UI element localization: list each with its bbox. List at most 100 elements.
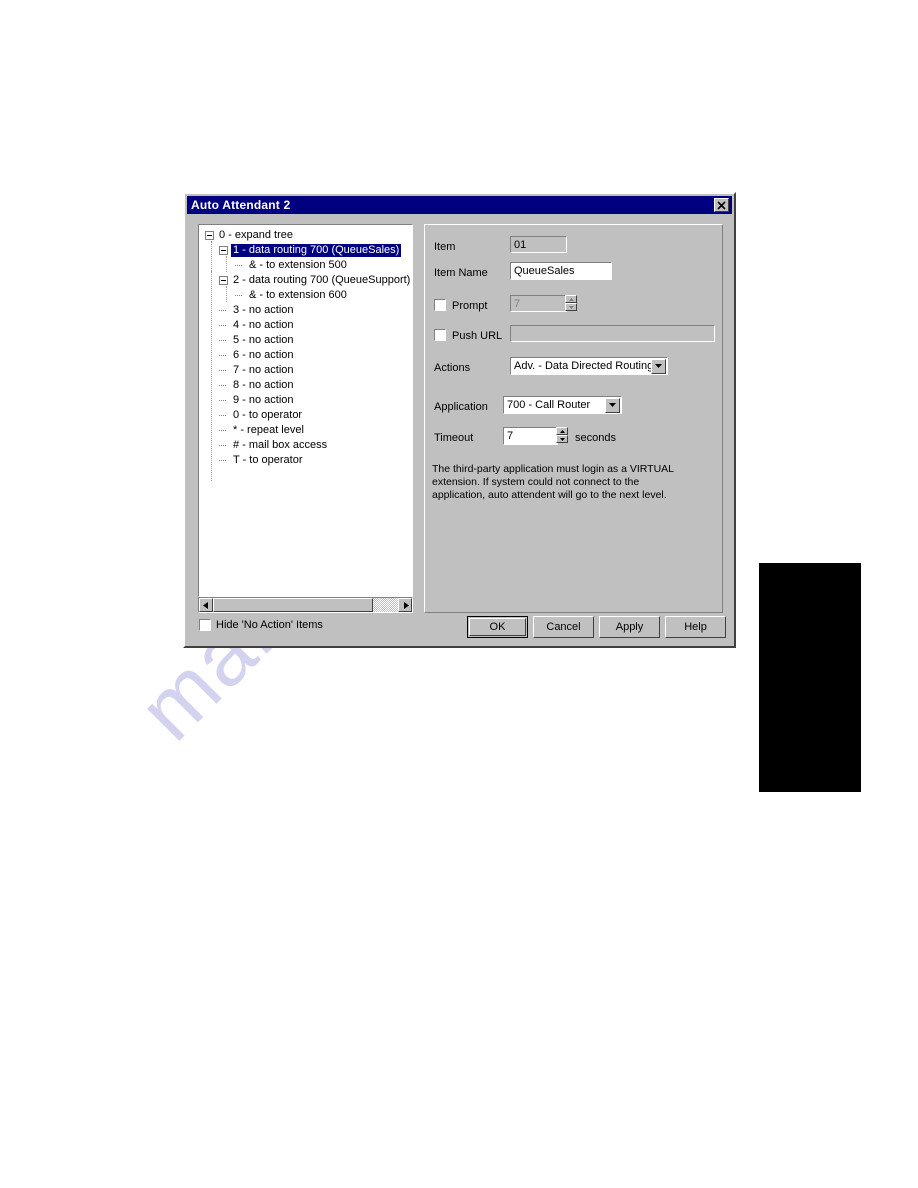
triangle-right-icon [402,596,409,614]
tree-item-label: 4 - no action [233,319,294,331]
spinner-down-icon[interactable] [556,435,568,443]
push-url-field[interactable] [510,325,715,342]
tree-branch-icon [219,381,228,390]
tree-branch-icon [219,366,228,375]
actions-value: Adv. - Data Directed Routing [514,360,651,372]
tree-item[interactable]: T - to operator [199,453,412,468]
tree-item[interactable]: 0 - to operator [199,408,412,423]
item-name-label: Item Name [434,267,488,279]
tree-branch-icon [219,426,228,435]
tree-item-label: # - mail box access [233,439,328,451]
timeout-spinner[interactable] [556,427,568,443]
tree-item[interactable]: 2 - data routing 700 (QueueSupport) [199,273,412,288]
tree-item-label: 9 - no action [233,394,294,406]
triangle-left-icon [202,596,210,614]
tree-item[interactable]: # - mail box access [199,438,412,453]
tree-item-label: 6 - no action [233,349,294,361]
help-button[interactable]: Help [665,616,726,638]
tree-item-label: 2 - data routing 700 (QueueSupport) [233,274,411,286]
hide-no-action-checkbox[interactable] [199,619,211,631]
prompt-label: Prompt [452,300,488,312]
tree-branch-icon [219,456,228,465]
tree-branch-icon [235,291,244,300]
tree-item[interactable]: 8 - no action [199,378,412,393]
tree-item-label: 1 - data routing 700 (QueueSales) [231,244,402,257]
tree-branch-icon [219,351,228,360]
tree-item-label: 5 - no action [233,334,294,346]
application-dropdown[interactable]: 700 - Call Router [503,396,622,414]
expand-collapse-icon[interactable] [219,246,228,255]
ok-button[interactable]: OK [467,616,528,638]
tree-item-label: & - to extension 600 [249,289,347,301]
tree-item[interactable]: & - to extension 600 [199,288,412,303]
scrollbar-track[interactable] [213,598,398,612]
tree-item[interactable]: 7 - no action [199,363,412,378]
tree-item[interactable]: 3 - no action [199,303,412,318]
tree-item[interactable]: 9 - no action [199,393,412,408]
actions-label: Actions [434,362,471,374]
chevron-down-icon[interactable] [605,397,620,413]
help-button-label: Help [684,621,707,633]
item-name-field[interactable]: QueueSales [510,262,612,280]
close-icon [717,200,726,210]
tree-item-label: 7 - no action [233,364,294,376]
scrollbar-thumb[interactable] [213,598,373,612]
tree-item-label: 3 - no action [233,304,294,316]
tree-item[interactable]: * - repeat level [199,423,412,438]
tree-item-label: * - repeat level [233,424,304,436]
tree-item[interactable]: 5 - no action [199,333,412,348]
item-label: Item [434,241,456,253]
tree-branch-icon [219,411,228,420]
spinner-up-icon[interactable] [556,427,568,435]
tree-branch-icon [235,261,244,270]
timeout-units-label: seconds [575,432,616,444]
tree-item[interactable]: 4 - no action [199,318,412,333]
chevron-down-icon[interactable] [651,358,666,374]
cancel-button[interactable]: Cancel [533,616,594,638]
apply-button[interactable]: Apply [599,616,660,638]
cancel-button-label: Cancel [546,621,581,633]
prompt-spinner[interactable] [565,295,577,311]
tree-branch-icon [219,336,228,345]
actions-dropdown[interactable]: Adv. - Data Directed Routing [510,357,668,375]
auto-attendant-tree[interactable]: 0 - expand tree 1 - data routing 700 (Que… [198,224,413,597]
item-properties-panel: Item 01 Item Name QueueSales Prompt 7 Pu… [424,224,723,613]
prompt-checkbox[interactable] [434,299,446,311]
tree-item[interactable]: 6 - no action [199,348,412,363]
timeout-field[interactable]: 7 [503,427,558,445]
hide-no-action-row[interactable]: Hide 'No Action' Items [199,619,323,631]
close-button[interactable] [714,198,729,212]
dialog-title: Auto Attendant 2 [191,198,291,212]
scroll-left-button[interactable] [199,598,213,612]
dialog-titlebar: Auto Attendant 2 [187,196,732,214]
expand-collapse-icon[interactable] [205,231,214,240]
expand-collapse-icon[interactable] [219,276,228,285]
apply-button-label: Apply [615,621,644,633]
tree-item-label: T - to operator [233,454,303,466]
application-value: 700 - Call Router [507,399,591,411]
tree-item[interactable]: 1 - data routing 700 (QueueSales) [199,243,412,258]
tree-item[interactable]: & - to extension 500 [199,258,412,273]
hide-no-action-label: Hide 'No Action' Items [216,619,323,631]
push-url-label: Push URL [452,330,503,342]
black-redaction-block [759,563,861,792]
tree-branch-icon [219,396,228,405]
tree-horizontal-scrollbar[interactable] [198,597,413,613]
auto-attendant-dialog: Auto Attendant 2 0 - expand tree 1 - data… [183,192,736,648]
prompt-field[interactable]: 7 [510,295,567,312]
ok-button-label: OK [489,621,506,633]
application-label: Application [434,401,488,413]
spinner-down-icon[interactable] [565,303,577,311]
push-url-checkbox[interactable] [434,329,446,341]
tree-item-label: 8 - no action [233,379,294,391]
tree-item-label: & - to extension 500 [249,259,347,271]
scroll-right-button[interactable] [398,598,412,612]
tree-item-label: 0 - to operator [233,409,303,421]
tree-item-list: 0 - expand tree 1 - data routing 700 (Que… [199,228,412,468]
tree-branch-icon [219,306,228,315]
tree-item[interactable]: 0 - expand tree [199,228,412,243]
tree-branch-icon [219,321,228,330]
item-field[interactable]: 01 [510,236,567,253]
timeout-label: Timeout [434,432,474,444]
spinner-up-icon[interactable] [565,295,577,303]
